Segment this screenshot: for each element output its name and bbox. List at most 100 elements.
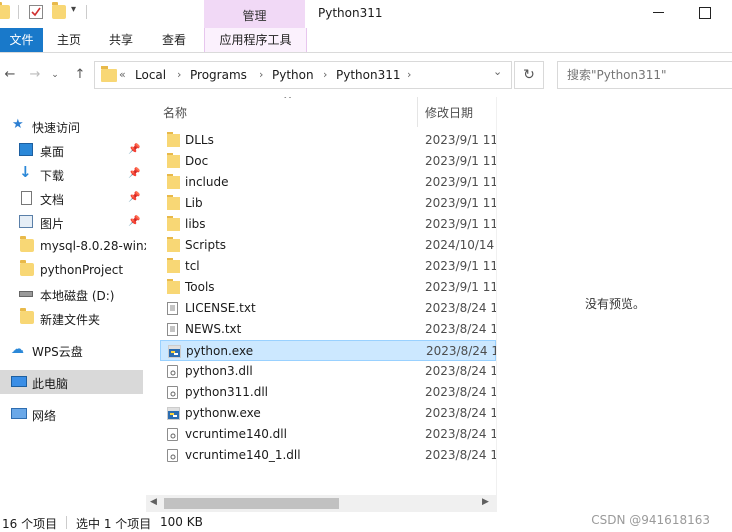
file-row[interactable]: vcruntime140.dll 2023/8/24 1: [160, 424, 496, 445]
file-name: python311.dll: [185, 385, 268, 399]
address-bar[interactable]: « Local › Programs › Python › Python311 …: [94, 61, 512, 89]
breadcrumb-separator[interactable]: ›: [323, 68, 327, 81]
exe-icon: [167, 407, 180, 420]
forward-button[interactable]: →: [25, 65, 45, 85]
tab-file[interactable]: 文件: [0, 28, 43, 52]
file-date: 2023/8/24 1: [425, 364, 496, 378]
nav-item-wps-cloud[interactable]: ☁ WPS云盘: [0, 338, 143, 362]
file-date: 2023/8/24 1: [425, 301, 496, 315]
column-divider[interactable]: [417, 97, 418, 127]
nav-label: 本地磁盘 (D:): [40, 289, 115, 303]
file-row[interactable]: Lib 2023/9/1 11: [160, 193, 496, 214]
breadcrumb-separator[interactable]: ›: [259, 68, 263, 81]
pin-icon: 📌: [128, 192, 141, 203]
breadcrumb-overflow[interactable]: «: [119, 68, 126, 81]
file-date: 2023/9/1 11: [425, 154, 496, 168]
customize-toolbar-icon[interactable]: ▾: [71, 4, 76, 15]
file-row[interactable]: tcl 2023/9/1 11: [160, 256, 496, 277]
back-arrow-icon: ←: [4, 67, 16, 82]
folder-icon: [167, 195, 180, 210]
properties-icon[interactable]: [29, 5, 43, 19]
dll-icon: [167, 428, 178, 441]
file-date: 2023/9/1 11: [425, 217, 496, 231]
recent-locations-button[interactable]: ⌄: [45, 65, 65, 85]
column-date-modified[interactable]: 修改日期: [425, 104, 473, 121]
nav-item-local-disk-d[interactable]: 本地磁盘 (D:): [0, 282, 143, 306]
file-row[interactable]: Doc 2023/9/1 11: [160, 151, 496, 172]
file-row[interactable]: vcruntime140_1.dll 2023/8/24 1: [160, 445, 496, 466]
tab-application-tools[interactable]: 应用程序工具: [204, 28, 307, 52]
item-count: 16 个项目: [2, 517, 58, 531]
breadcrumb-local[interactable]: Local: [135, 68, 166, 82]
refresh-button[interactable]: ↻: [514, 61, 544, 89]
divider: [66, 516, 67, 529]
file-date: 2023/8/24 1: [425, 427, 496, 441]
chevron-down-icon: ⌄: [51, 70, 59, 80]
search-input[interactable]: [558, 62, 732, 88]
file-row[interactable]: libs 2023/9/1 11: [160, 214, 496, 235]
nav-item-mysql[interactable]: mysql-8.0.28-winx: [0, 234, 151, 258]
minimize-button[interactable]: [636, 0, 682, 28]
nav-label: mysql-8.0.28-winx: [40, 239, 151, 253]
ribbon-tabs: 文件 主页 共享 查看 应用程序工具: [0, 28, 732, 53]
file-date: 2023/9/1 11: [425, 259, 496, 273]
nav-item-documents[interactable]: 文档 📌: [0, 186, 143, 210]
tab-home[interactable]: 主页: [46, 28, 92, 52]
maximize-button[interactable]: [682, 0, 728, 28]
tab-share[interactable]: 共享: [98, 28, 144, 52]
back-button[interactable]: ←: [0, 65, 20, 85]
breadcrumb-python[interactable]: Python: [272, 68, 314, 82]
file-row[interactable]: python3.dll 2023/8/24 1: [160, 361, 496, 382]
nav-item-this-pc[interactable]: 此电脑: [0, 370, 143, 394]
dll-icon: [167, 365, 178, 378]
breadcrumb-separator[interactable]: ›: [407, 68, 411, 81]
file-date: 2023/9/1 11: [425, 133, 496, 147]
file-row[interactable]: Scripts 2024/10/14: [160, 235, 496, 256]
file-list: ^ 名称 修改日期 DLLs 2023/9/1 11 Doc 2023/9/1 11 i…: [146, 97, 496, 512]
file-name: vcruntime140.dll: [185, 427, 287, 441]
nav-item-network[interactable]: 网络: [0, 402, 143, 426]
file-row[interactable]: include 2023/9/1 11: [160, 172, 496, 193]
status-bar: 16 个项目 选中 1 个项目 100 KB CSDN @941618163: [0, 512, 732, 532]
drive-icon: [19, 291, 33, 297]
horizontal-scrollbar[interactable]: ◀ ▶: [146, 495, 496, 512]
file-row[interactable]: Tools 2023/9/1 11: [160, 277, 496, 298]
file-row[interactable]: DLLs 2023/9/1 11: [160, 130, 496, 151]
nav-item-pictures[interactable]: 图片 📌: [0, 210, 143, 234]
file-row[interactable]: python.exe 2023/8/24 1: [160, 340, 496, 361]
folder-icon: [101, 66, 117, 82]
file-name: vcruntime140_1.dll: [185, 448, 301, 462]
nav-item-new-folder[interactable]: 新建文件夹: [0, 306, 143, 330]
nav-item-downloads[interactable]: ↓ 下载 📌: [0, 162, 143, 186]
nav-item-quick-access[interactable]: ★ 快速访问: [0, 114, 143, 138]
search-box[interactable]: [557, 61, 732, 89]
nav-item-desktop[interactable]: 桌面 📌: [0, 138, 143, 162]
scroll-left-icon[interactable]: ◀: [150, 497, 157, 507]
file-row[interactable]: NEWS.txt 2023/8/24 1: [160, 319, 496, 340]
up-button[interactable]: ↑: [70, 65, 90, 85]
file-name: tcl: [185, 259, 200, 273]
folder-icon[interactable]: [0, 2, 10, 19]
scrollbar-thumb[interactable]: [164, 498, 339, 509]
address-dropdown-icon[interactable]: ⌄: [493, 65, 502, 78]
tab-view[interactable]: 查看: [151, 28, 197, 52]
breadcrumb-separator[interactable]: ›: [177, 68, 181, 81]
picture-icon: [19, 215, 33, 228]
nav-label: 桌面: [40, 145, 65, 159]
file-row[interactable]: LICENSE.txt 2023/8/24 1: [160, 298, 496, 319]
column-name[interactable]: 名称: [163, 104, 187, 121]
breadcrumb-programs[interactable]: Programs: [190, 68, 247, 82]
file-name: Scripts: [185, 238, 227, 252]
file-name: NEWS.txt: [185, 322, 242, 336]
refresh-icon: ↻: [523, 67, 535, 83]
folder-icon: [167, 216, 180, 231]
file-name: Doc: [185, 154, 209, 168]
nav-item-python-project[interactable]: pythonProject: [0, 258, 143, 282]
file-row[interactable]: python311.dll 2023/8/24 1: [160, 382, 496, 403]
file-row[interactable]: pythonw.exe 2023/8/24 1: [160, 403, 496, 424]
preview-pane: 没有预览。: [496, 97, 732, 512]
file-name: Lib: [185, 196, 203, 210]
scroll-right-icon[interactable]: ▶: [482, 497, 489, 507]
breadcrumb-python311[interactable]: Python311: [336, 68, 401, 82]
new-folder-icon[interactable]: [52, 2, 66, 19]
